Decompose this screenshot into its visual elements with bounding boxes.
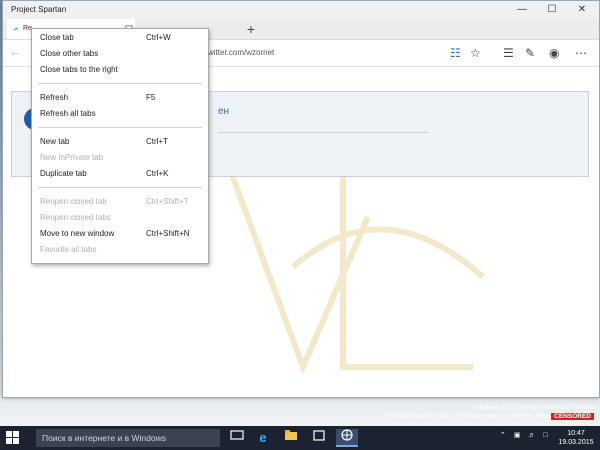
system-tray: ⌃ ▣ ♬ □ bbox=[500, 431, 548, 439]
menu-item-refresh[interactable]: Refresh F5 bbox=[40, 91, 202, 105]
menu-separator bbox=[38, 83, 202, 84]
menu-item-move-to-new-window[interactable]: Move to new window Ctrl+Shift+N bbox=[40, 227, 202, 241]
new-tab-button[interactable]: + bbox=[241, 19, 261, 39]
menu-item-duplicate-tab[interactable]: Duplicate tab Ctrl+K bbox=[40, 167, 202, 181]
menu-item-close-tabs-right[interactable]: Close tabs to the right bbox=[40, 63, 202, 77]
title-bar: Project Spartan — ☐ ✕ bbox=[3, 1, 599, 19]
menu-item-close-tab[interactable]: Close tab Ctrl+W bbox=[40, 31, 202, 45]
task-view-icon[interactable] bbox=[226, 429, 248, 447]
menu-item-refresh-all-tabs[interactable]: Refresh all tabs bbox=[40, 107, 202, 121]
taskbar-clock[interactable]: 10:47 19.03.2015 bbox=[556, 429, 596, 447]
censored-badge: CENSORED bbox=[551, 413, 594, 420]
windows-start-icon[interactable] bbox=[6, 431, 20, 445]
watermark-line-2: Пробная версия. Build 10014.winmain_prs.… bbox=[383, 413, 550, 420]
minimize-button[interactable]: — bbox=[507, 1, 537, 19]
twitter-bird-icon bbox=[11, 27, 19, 31]
menu-item-reopen-closed-tab: Reopen closed tab Ctrl+Shift+T bbox=[40, 197, 189, 206]
notification-icon[interactable]: □ bbox=[543, 432, 547, 439]
close-window-button[interactable]: ✕ bbox=[567, 1, 597, 19]
maximize-button[interactable]: ☐ bbox=[537, 1, 567, 19]
tab-context-menu: Close tab Ctrl+W Close other tabs Close … bbox=[31, 28, 209, 264]
web-note-icon[interactable]: ✎ bbox=[525, 46, 535, 60]
back-arrow-icon[interactable]: ← bbox=[9, 44, 22, 59]
menu-separator bbox=[38, 127, 202, 128]
hub-icon[interactable]: ☰ bbox=[503, 46, 514, 60]
network-icon[interactable]: ▣ bbox=[514, 432, 521, 439]
menu-item-new-tab[interactable]: New tab Ctrl+T bbox=[40, 135, 202, 149]
menu-item-new-inprivate-tab: New InPrivate tab bbox=[40, 153, 104, 162]
reading-view-icon[interactable]: ☷ bbox=[450, 46, 461, 60]
clock-date: 19.03.2015 bbox=[558, 439, 594, 446]
more-icon[interactable]: ⋯ bbox=[575, 46, 587, 60]
menu-separator bbox=[38, 187, 202, 188]
file-explorer-icon[interactable] bbox=[280, 429, 302, 447]
menu-item-reopen-closed-tabs: Reopen closed tabs bbox=[40, 213, 111, 222]
menu-item-favorite-all-tabs: Favorite all tabs bbox=[40, 245, 97, 254]
taskbar: Поиск в интернете и в Windows e ⌃ ▣ ♬ □ … bbox=[0, 426, 600, 450]
volume-icon[interactable]: ♬ bbox=[528, 432, 535, 439]
store-icon[interactable] bbox=[308, 429, 330, 447]
watermark-line-1: Windows 10 Enterprise Technical Preview bbox=[473, 404, 594, 411]
divider bbox=[218, 132, 428, 133]
favorite-star-icon[interactable]: ☆ bbox=[470, 46, 481, 60]
window-title: Project Spartan bbox=[11, 5, 67, 14]
spartan-browser-taskbar-icon[interactable] bbox=[336, 429, 358, 447]
menu-item-close-other-tabs[interactable]: Close other tabs bbox=[40, 47, 202, 61]
card-text: ен bbox=[218, 106, 230, 117]
internet-explorer-icon[interactable]: e bbox=[252, 429, 274, 447]
clock-time: 10:47 bbox=[567, 430, 585, 437]
build-watermark: Windows 10 Enterprise Technical Preview … bbox=[384, 403, 594, 421]
taskbar-search-box[interactable]: Поиск в интернете и в Windows bbox=[36, 429, 220, 447]
chevron-up-icon[interactable]: ⌃ bbox=[500, 432, 506, 439]
address-bar[interactable]: witter.com/wzornet bbox=[208, 48, 274, 57]
share-icon[interactable]: ◉ bbox=[549, 46, 559, 60]
